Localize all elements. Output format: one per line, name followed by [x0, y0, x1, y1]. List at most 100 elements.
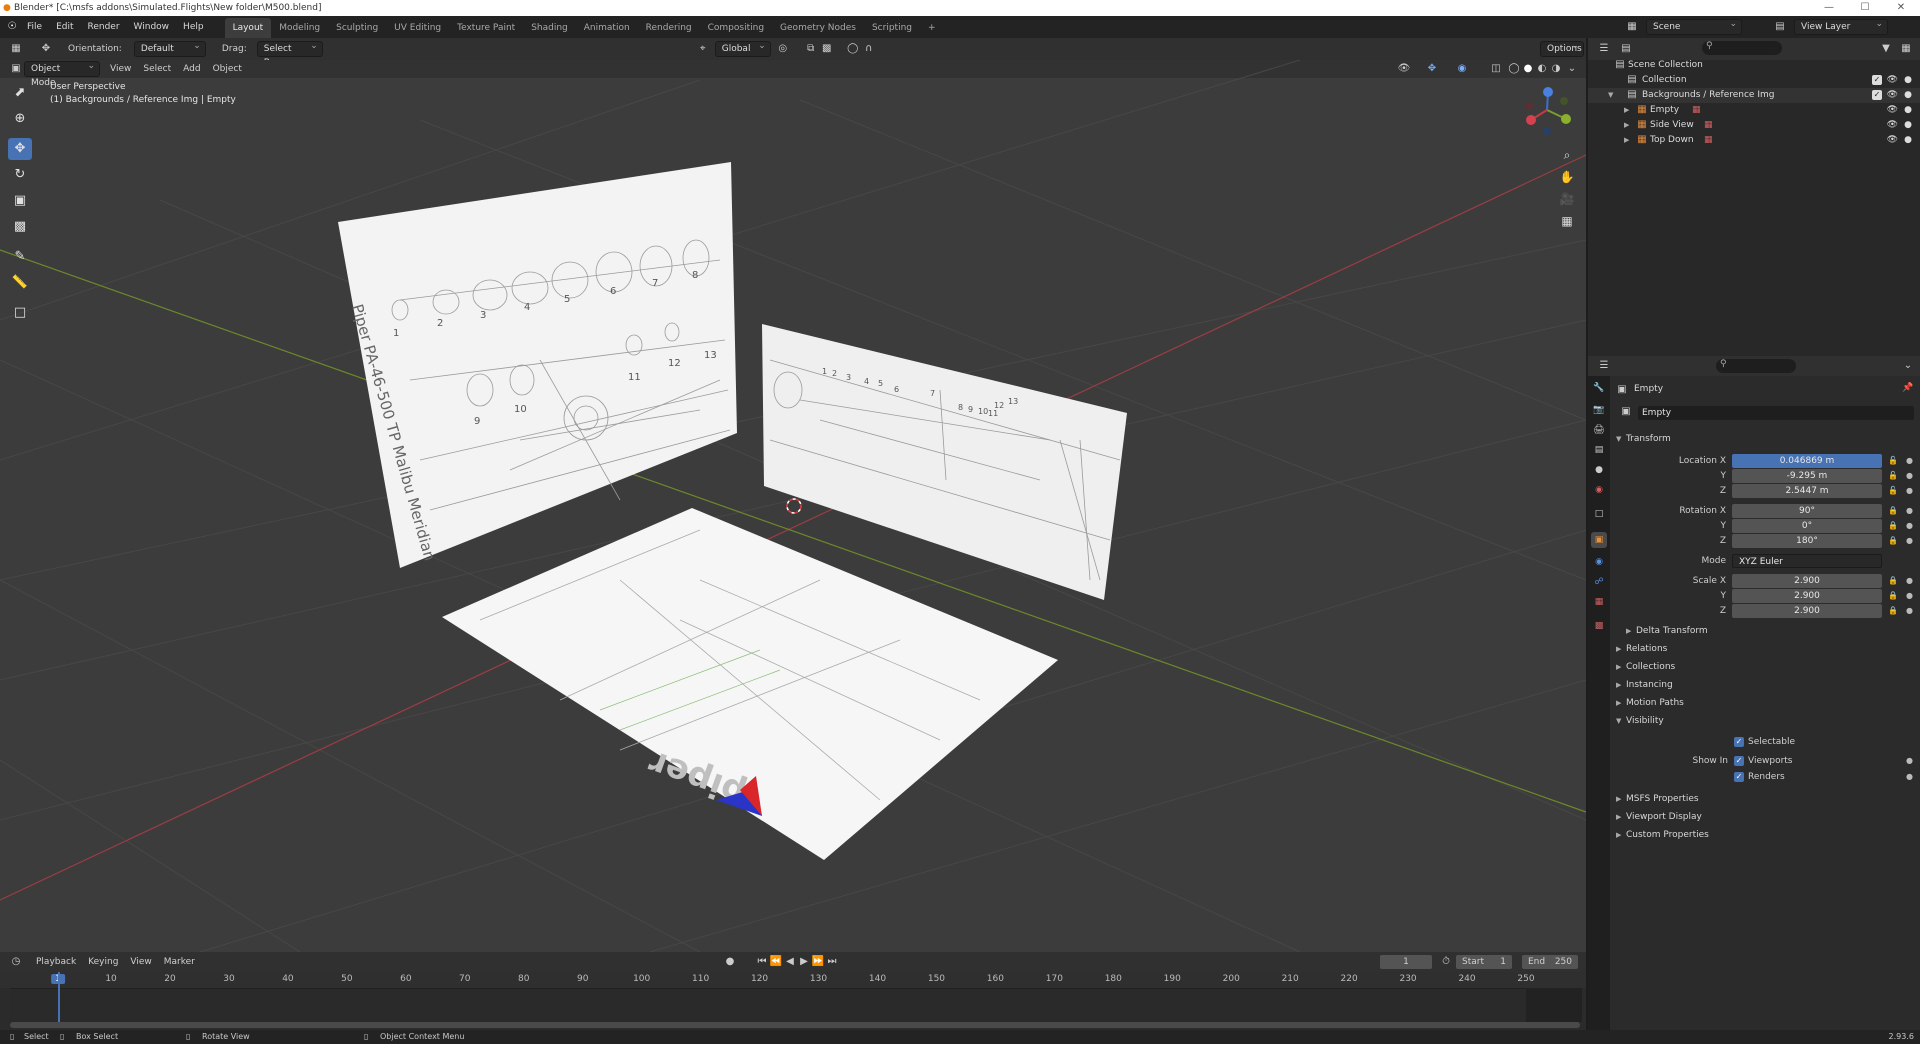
outliner-editor-icon[interactable]: ☰ — [1596, 41, 1612, 57]
falloff-icon[interactable]: ∩ — [861, 41, 877, 57]
timeline-track-area[interactable] — [10, 988, 1582, 1022]
keyframe-dot-icon[interactable]: ● — [1906, 756, 1913, 765]
playback-menu[interactable]: Playback — [30, 953, 82, 971]
scale-y-field[interactable]: 2.900 — [1732, 589, 1882, 603]
snap-target-icon[interactable]: ▩ — [819, 41, 835, 57]
keyframe-dot-icon[interactable]: ● — [1906, 506, 1913, 515]
3d-viewport[interactable]: ▣ Object Mode View Select Add Object 👁 ✥… — [0, 60, 1586, 952]
view-layer-icon[interactable]: ▤ — [1772, 19, 1788, 35]
tab-animation[interactable]: Animation — [576, 18, 638, 38]
tab-texture-paint[interactable]: Texture Paint — [449, 18, 523, 38]
scale-x-field[interactable]: 2.900 — [1732, 574, 1882, 588]
timeline-scrollbar[interactable] — [10, 1022, 1580, 1028]
output-tab-icon[interactable]: 🖨 — [1591, 422, 1607, 438]
keyframe-dot-icon[interactable]: ● — [1906, 606, 1913, 615]
minimize-button[interactable]: — — [1812, 0, 1846, 16]
stopwatch-icon[interactable]: ⏱ — [1438, 954, 1454, 970]
relations-section[interactable]: ▶ Relations — [1616, 644, 1667, 654]
keyframe-dot-icon[interactable]: ● — [1906, 471, 1913, 480]
new-collection-icon[interactable]: ▦ — [1898, 41, 1914, 57]
record-icon[interactable]: ● — [722, 954, 738, 970]
add-workspace-icon[interactable]: + — [920, 18, 944, 38]
outliner-row-scene-collection[interactable]: ▤ Scene Collection — [1588, 58, 1920, 73]
start-frame-field[interactable]: Start 1 — [1456, 955, 1512, 969]
instancing-section[interactable]: ▶ Instancing — [1616, 680, 1673, 690]
view-menu[interactable]: View — [124, 953, 157, 971]
collection-tab-icon[interactable]: □ — [1591, 506, 1607, 522]
visibility-section[interactable]: ▼ Visibility — [1616, 716, 1664, 726]
ortho-toggle-icon[interactable]: ▦ — [1556, 210, 1578, 232]
end-frame-field[interactable]: End 250 — [1522, 955, 1578, 969]
move-tool-button[interactable]: ✥ — [8, 138, 32, 160]
selectable-checkbox[interactable]: ✓ — [1734, 737, 1744, 747]
collections-section[interactable]: ▶ Collections — [1616, 662, 1675, 672]
viewports-checkbox[interactable]: ✓ — [1734, 756, 1744, 766]
transform-section-header[interactable]: ▼ Transform — [1616, 434, 1671, 444]
scene-tab-icon[interactable]: ● — [1591, 462, 1607, 478]
playhead[interactable] — [58, 972, 60, 1022]
display-mode-icon[interactable]: ▤ — [1618, 41, 1634, 57]
location-y-field[interactable]: -9.295 m — [1732, 469, 1882, 483]
view-layer-tab-icon[interactable]: ▤ — [1591, 442, 1607, 458]
custom-properties-section[interactable]: ▶ Custom Properties — [1616, 830, 1709, 840]
expand-arrow-icon[interactable]: ▶ — [1624, 118, 1629, 133]
add-cube-tool-icon[interactable]: □ — [8, 302, 32, 324]
navigation-gizmo[interactable] — [1516, 80, 1576, 140]
expand-arrow-icon[interactable]: ▼ — [1608, 88, 1613, 103]
constraints-tab-icon[interactable]: ☍ — [1591, 574, 1607, 590]
proportional-edit-icon[interactable]: ◯ — [845, 41, 861, 57]
keyframe-dot-icon[interactable]: ● — [1906, 521, 1913, 530]
options-dropdown[interactable]: Options — [1540, 39, 1584, 57]
render-camera-icon[interactable]: ● — [1904, 133, 1912, 148]
tab-sculpting[interactable]: Sculpting — [328, 18, 386, 38]
motion-paths-section[interactable]: ▶ Motion Paths — [1616, 698, 1684, 708]
menu-file[interactable]: File — [20, 16, 49, 38]
lock-icon[interactable]: 🔒 — [1888, 506, 1898, 515]
visibility-eye-icon[interactable]: 👁 — [1887, 73, 1898, 88]
maximize-button[interactable]: ☐ — [1848, 0, 1882, 16]
visibility-eye-icon[interactable]: 👁 — [1887, 88, 1898, 103]
pin-icon[interactable]: 📌 — [1902, 383, 1913, 393]
rotate-tool-icon[interactable]: ↻ — [8, 164, 32, 186]
menu-help[interactable]: Help — [176, 16, 211, 38]
tab-uv-editing[interactable]: UV Editing — [386, 18, 449, 38]
tab-rendering[interactable]: Rendering — [638, 18, 700, 38]
options-chevron-icon[interactable]: ⌄ — [1900, 358, 1916, 374]
lock-icon[interactable]: 🔓 — [1888, 486, 1898, 495]
tool-tab-icon[interactable]: 🔧 — [1591, 380, 1607, 396]
location-z-field[interactable]: 2.5447 m — [1732, 484, 1882, 498]
transform-space-dropdown[interactable]: Global — [714, 39, 771, 57]
marker-menu[interactable]: Marker — [158, 953, 201, 971]
lock-icon[interactable]: 🔒 — [1888, 521, 1898, 530]
visibility-eye-icon[interactable]: 👁 — [1887, 133, 1898, 148]
filter-icon[interactable]: ▼ — [1878, 41, 1894, 57]
camera-view-icon[interactable]: 🎥 — [1556, 188, 1578, 210]
cursor-tool-icon[interactable]: ⊕ — [8, 108, 32, 130]
pivot-point-icon[interactable]: ◎ — [775, 41, 791, 57]
keyframe-dot-icon[interactable]: ● — [1906, 591, 1913, 600]
properties-search-input[interactable]: ⚲ — [1716, 359, 1796, 373]
render-camera-icon[interactable]: ● — [1904, 103, 1912, 118]
keyframe-dot-icon[interactable]: ● — [1906, 536, 1913, 545]
lock-icon[interactable]: 🔓 — [1888, 456, 1898, 465]
lock-icon[interactable]: 🔒 — [1888, 606, 1898, 615]
scene-selector-icon[interactable]: ▦ — [1624, 19, 1640, 35]
expand-arrow-icon[interactable]: ▶ — [1624, 133, 1629, 148]
annotate-tool-icon[interactable]: ✎ — [8, 246, 32, 268]
render-camera-icon[interactable]: ● — [1904, 88, 1912, 103]
timeline-editor-icon[interactable]: ◷ — [8, 954, 24, 970]
viewport-display-section[interactable]: ▶ Viewport Display — [1616, 812, 1702, 822]
render-camera-icon[interactable]: ● — [1904, 118, 1912, 133]
keyframe-dot-icon[interactable]: ● — [1906, 772, 1913, 781]
rotation-mode-dropdown[interactable]: XYZ Euler — [1732, 554, 1882, 568]
tab-modeling[interactable]: Modeling — [271, 18, 328, 38]
visibility-eye-icon[interactable]: 👁 — [1887, 103, 1898, 118]
keyframe-dot-icon[interactable]: ● — [1906, 456, 1913, 465]
scale-z-field[interactable]: 2.900 — [1732, 604, 1882, 618]
snap-icon[interactable]: ⧉ — [803, 41, 819, 57]
collection-exclude-checkbox[interactable]: ✓ — [1872, 75, 1882, 85]
keyframe-dot-icon[interactable]: ● — [1906, 486, 1913, 495]
outliner-row-collection[interactable]: ▤ Collection ✓ 👁 ● — [1588, 73, 1920, 88]
current-frame-field[interactable]: 1 — [1380, 955, 1432, 969]
scale-tool-icon[interactable]: ▣ — [8, 190, 32, 212]
